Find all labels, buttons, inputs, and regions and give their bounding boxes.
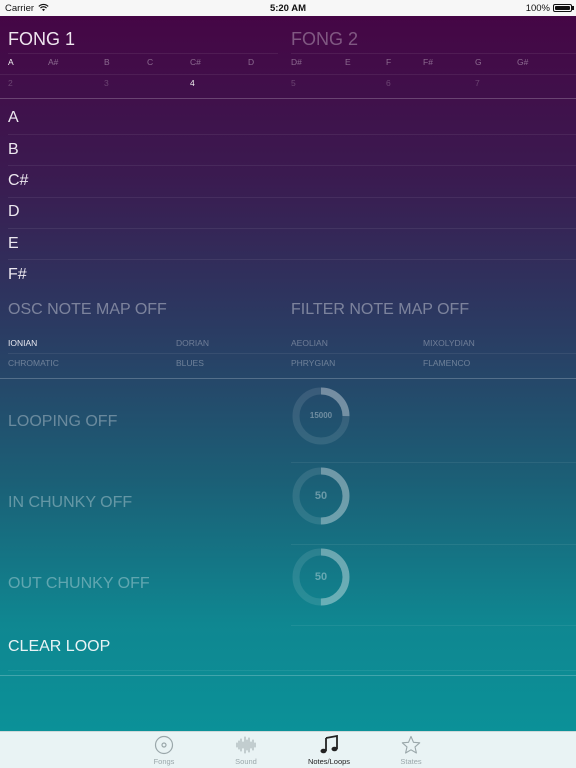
mode-dorian[interactable]: DORIAN [176,338,209,348]
battery-icon [553,4,572,12]
clear-loop-button[interactable]: CLEAR LOOP [8,638,110,656]
in-chunky-value: 50 [314,490,328,502]
fong2-note[interactable]: E [345,57,351,67]
in-chunky-dial[interactable]: 50 [291,466,351,526]
fong1-note[interactable]: C# [190,57,201,67]
battery-percentage: 100% [525,3,550,14]
out-chunky-dial[interactable]: 50 [291,547,351,607]
clock: 5:20 AM [269,3,307,14]
fong2-note[interactable]: G [475,57,482,67]
divider [0,74,576,75]
tab-sound[interactable]: Sound [206,732,286,768]
scale-note[interactable]: E [8,235,19,253]
fong2-note[interactable]: F [386,57,391,67]
scale-note[interactable]: A [8,109,19,127]
out-chunky-value: 50 [314,571,328,583]
mode-mixolydian[interactable]: MIXOLYDIAN [423,338,475,348]
tab-notes-loops[interactable]: Notes/Loops [289,732,369,768]
divider [291,625,576,626]
notes-loops-screen: FONG 1 FONG 2 A A# B C C# D D# E F F# G … [0,16,576,731]
fong1-note[interactable]: A [8,57,14,67]
battery-tip [572,6,574,10]
fong2-note[interactable]: G# [517,57,528,67]
fong1-octave[interactable]: 3 [104,78,109,88]
fong1-note[interactable]: D [248,57,254,67]
divider [291,53,576,54]
looping-toggle[interactable]: LOOPING OFF [8,413,117,431]
mode-ionian[interactable]: IONIAN [8,338,37,348]
fong-2-title[interactable]: FONG 2 [291,29,358,50]
divider [8,259,576,260]
fong2-octave[interactable]: 5 [291,78,296,88]
out-chunky-toggle[interactable]: OUT CHUNKY OFF [8,575,150,593]
fong1-note[interactable]: B [104,57,110,67]
mode-blues[interactable]: BLUES [176,358,204,368]
divider [291,462,576,463]
scale-note[interactable]: D [8,203,20,221]
tab-fongs[interactable]: Fongs [124,732,204,768]
mode-flamenco[interactable]: FLAMENCO [423,358,470,368]
looping-dial[interactable]: 15000 [291,386,351,446]
divider [8,353,576,354]
tab-states[interactable]: States [371,732,451,768]
octave-selector: 2 3 4 5 6 7 [0,78,576,92]
waveform-icon [236,736,256,754]
music-note-icon [320,735,338,754]
divider [8,165,576,166]
osc-note-map-toggle[interactable]: OSC NOTE MAP OFF [8,301,167,319]
status-bar: Carrier 5:20 AM 100% [0,0,576,16]
root-note-selector: A A# B C C# D D# E F F# G G# [0,57,576,71]
divider [8,670,576,671]
tab-label: Notes/Loops [307,757,351,766]
divider [8,134,576,135]
fong2-octave[interactable]: 6 [386,78,391,88]
filter-note-map-toggle[interactable]: FILTER NOTE MAP OFF [291,301,469,319]
divider [8,197,576,198]
tab-label: Sound [235,757,257,766]
tab-label: Fongs [153,757,175,766]
mode-aeolian[interactable]: AEOLIAN [291,338,328,348]
fong1-octave[interactable]: 2 [8,78,13,88]
mode-chromatic[interactable]: CHROMATIC [8,358,59,368]
scale-note[interactable]: F# [8,266,27,284]
fong1-note[interactable]: A# [48,57,58,67]
tab-label: States [400,757,422,766]
section-divider [0,98,576,99]
star-icon [401,735,421,754]
disc-icon [154,735,174,755]
fong1-note[interactable]: C [147,57,153,67]
tab-bar: Fongs Sound Notes/Loops States [0,731,576,768]
fong1-octave[interactable]: 4 [190,78,195,88]
fong2-octave[interactable]: 7 [475,78,480,88]
mode-phrygian[interactable]: PHRYGIAN [291,358,335,368]
fong2-note[interactable]: D# [291,57,302,67]
fong-1-title[interactable]: FONG 1 [8,29,75,50]
divider [8,228,576,229]
section-divider [0,378,576,379]
divider [291,544,576,545]
scale-note[interactable]: B [8,141,19,159]
in-chunky-toggle[interactable]: IN CHUNKY OFF [8,494,132,512]
fong2-note[interactable]: F# [423,57,433,67]
divider [8,53,278,54]
section-divider [0,675,576,676]
looping-value: 15000 [309,411,333,420]
scale-note[interactable]: C# [8,172,28,190]
